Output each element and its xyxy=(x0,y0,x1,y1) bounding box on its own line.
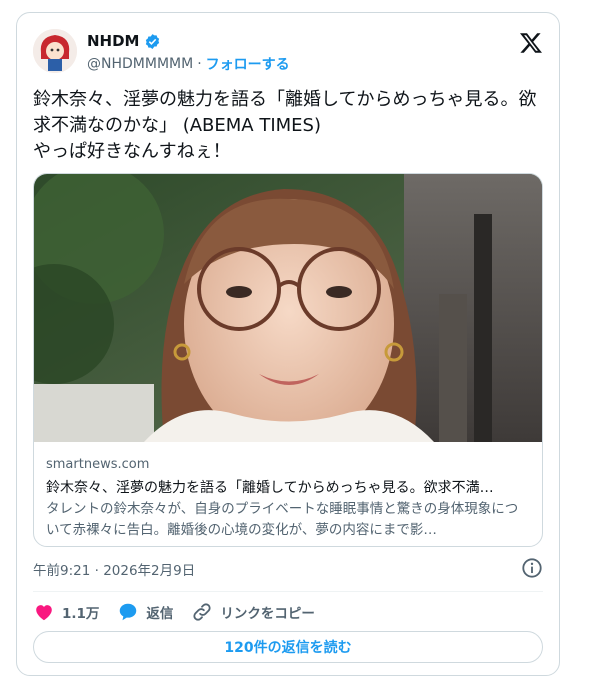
link-card-meta: smartnews.com 鈴木奈々、淫夢の魅力を語る「離婚してからめっちゃ見る… xyxy=(46,457,530,541)
link-icon xyxy=(193,603,212,621)
handle-row: @NHDMMMMM · フォローする xyxy=(87,54,290,74)
follow-button[interactable]: フォローする xyxy=(206,54,290,74)
avatar[interactable] xyxy=(33,29,77,73)
link-title: 鈴木奈々、淫夢の魅力を語る「離婚してからめっちゃ見る。欲求不満… xyxy=(46,480,494,496)
link-description: タレントの鈴木奈々が、自身のプライベートな睡眠事情と驚きの身体現象について赤裸々… xyxy=(46,501,519,538)
read-replies-button[interactable]: 120件の返信を読む xyxy=(33,631,543,663)
heart-icon xyxy=(36,605,52,621)
reply-button[interactable]: 返信 xyxy=(117,601,173,623)
link-domain: smartnews.com xyxy=(46,457,150,472)
tweet-header: NHDM @NHDMMMMM · フォローする xyxy=(33,29,543,79)
tweet-text: 鈴木奈々、淫夢の魅力を語る「離婚してからめっちゃ見る。欲求不満なのかな」 (AB… xyxy=(33,89,537,162)
tweet-timestamp[interactable]: 午前9:21 · 2026年2月9日 xyxy=(33,559,195,579)
divider xyxy=(33,591,543,592)
name-row: NHDM xyxy=(87,32,161,50)
action-bar: 1.1万 返信 リンクをコピー xyxy=(33,597,543,627)
tweet-embed-card: NHDM @NHDMMMMM · フォローする 鈴木奈々、淫夢の魅力を語る「離婚… xyxy=(16,12,560,676)
reply-label: 返信 xyxy=(146,606,174,622)
verified-badge-icon xyxy=(145,33,159,49)
like-count: 1.1万 xyxy=(62,606,100,622)
copy-link-button[interactable]: リンクをコピー xyxy=(191,601,315,623)
author-name[interactable]: NHDM xyxy=(87,32,140,50)
copy-link-label: リンクをコピー xyxy=(220,606,315,622)
link-card-photo xyxy=(34,174,542,442)
reply-bubble-icon xyxy=(120,603,137,621)
like-button[interactable]: 1.1万 xyxy=(33,601,99,623)
separator-dot: · xyxy=(197,56,202,72)
info-icon[interactable] xyxy=(521,557,543,579)
link-card[interactable]: smartnews.com 鈴木奈々、淫夢の魅力を語る「離婚してからめっちゃ見る… xyxy=(33,173,543,547)
x-logo-icon[interactable] xyxy=(519,31,543,55)
author-handle[interactable]: @NHDMMMMM xyxy=(87,56,193,72)
avatar-image xyxy=(33,29,77,73)
